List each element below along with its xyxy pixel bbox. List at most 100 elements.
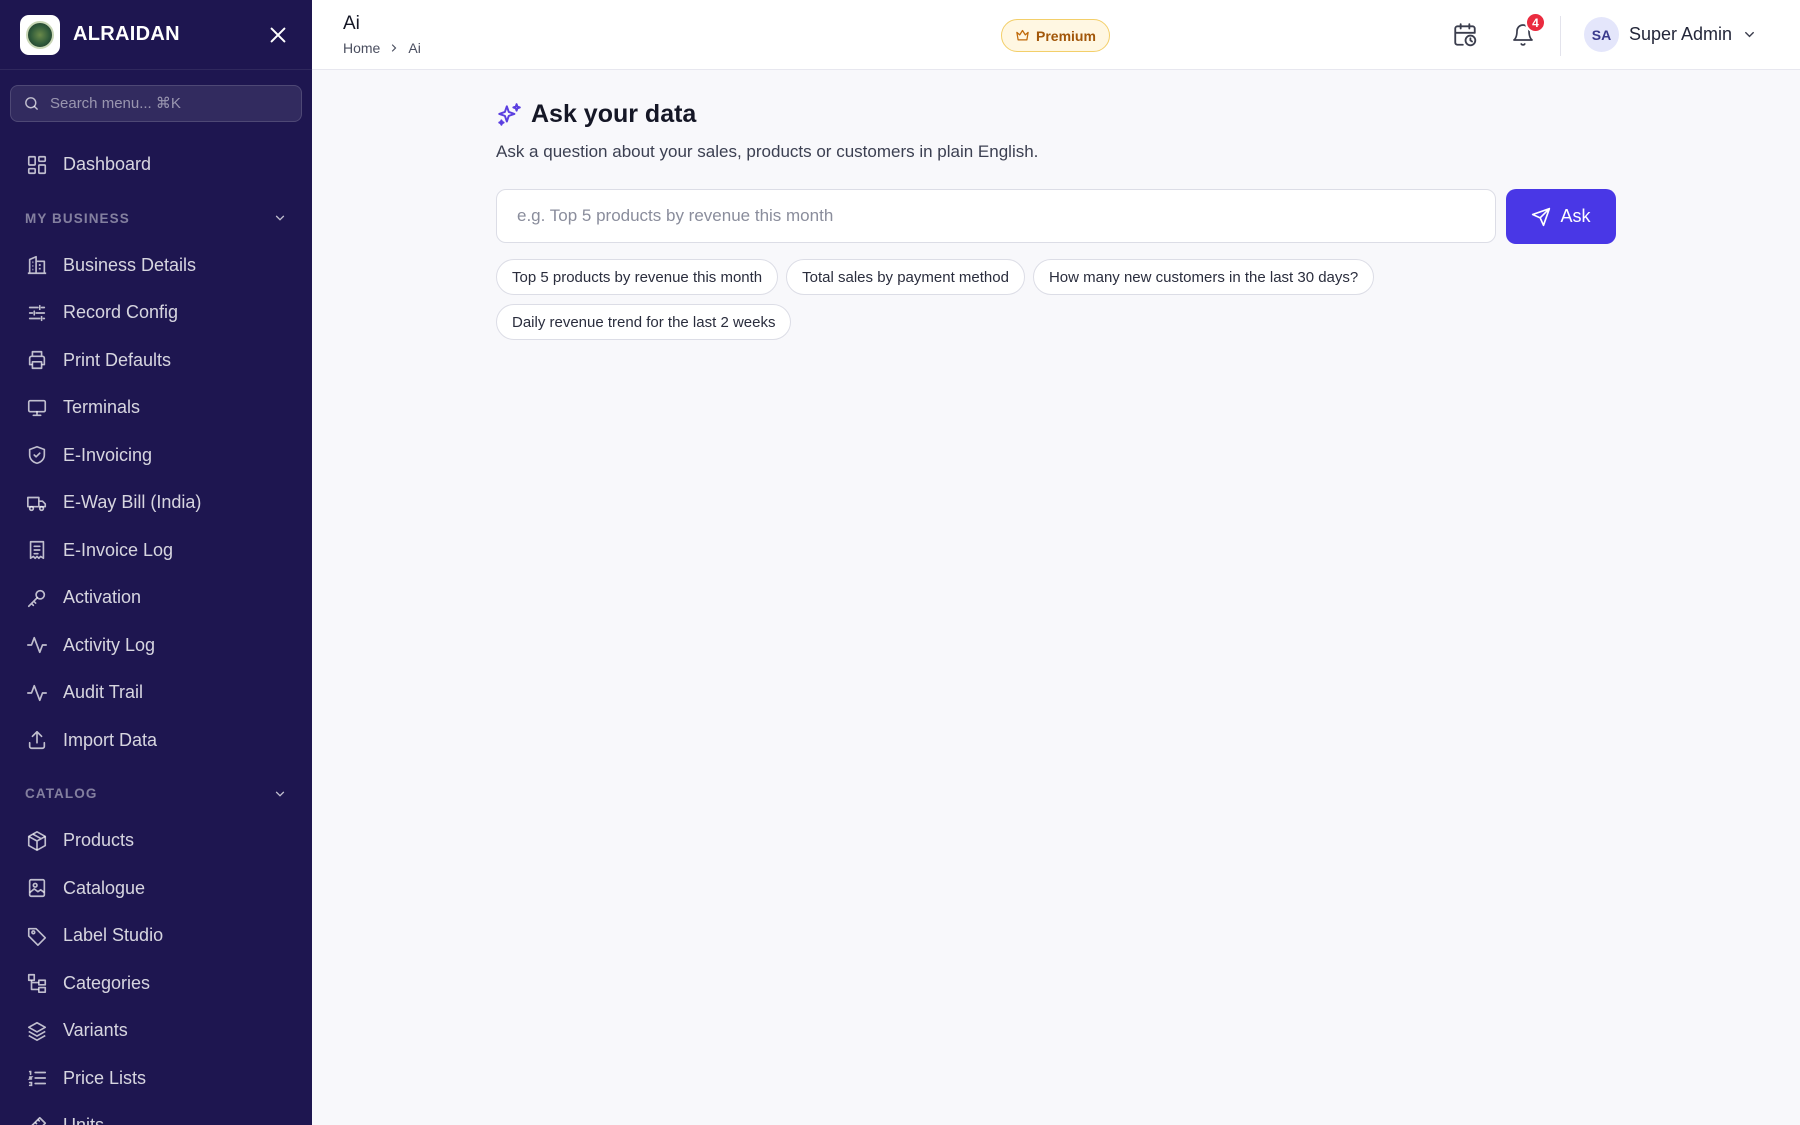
chevron-right-icon xyxy=(392,44,397,52)
suggestion-chip[interactable]: How many new customers in the last 30 da… xyxy=(1032,259,1375,295)
sidebar-item-label: Business Details xyxy=(63,254,197,275)
breadcrumb-current: Ai xyxy=(408,40,421,56)
menu-search-input[interactable] xyxy=(50,95,280,112)
receipt-icon xyxy=(25,538,49,562)
close-sidebar-button[interactable] xyxy=(264,21,292,49)
ask-button[interactable]: Ask xyxy=(1506,189,1616,244)
package-icon xyxy=(25,829,49,853)
sidebar-item-label: Catalogue xyxy=(63,877,146,898)
sidebar-item-print-defaults[interactable]: Print Defaults xyxy=(0,337,312,385)
sidebar-item-label: Import Data xyxy=(63,729,158,750)
sidebar-item-label: Activity Log xyxy=(63,634,156,655)
sidebar-item-variants[interactable]: Variants xyxy=(0,1007,312,1055)
sidebar-item-label: E-Invoicing xyxy=(63,444,153,465)
question-input[interactable] xyxy=(496,189,1496,243)
sidebar-item-e-invoicing[interactable]: E-Invoicing xyxy=(0,432,312,480)
sidebar-item-record-config[interactable]: Record Config xyxy=(0,289,312,337)
sidebar-item-label-studio[interactable]: Label Studio xyxy=(0,912,312,960)
sidebar-item-price-lists[interactable]: Price Lists xyxy=(0,1055,312,1103)
sidebar-item-label: Products xyxy=(63,830,135,851)
page-title: Ai xyxy=(343,13,360,34)
truck-icon xyxy=(25,491,49,515)
sidebar: ALRAIDAN Dashboard MY BUSINESS Business … xyxy=(0,0,312,1125)
page-heading: Ask your data xyxy=(531,100,697,128)
brand-logo xyxy=(20,14,60,55)
sidebar-item-label: Label Studio xyxy=(63,925,164,946)
sidebar-item-audit-trail[interactable]: Audit Trail xyxy=(0,669,312,717)
sidebar-item-catalogue[interactable]: Catalogue xyxy=(0,865,312,913)
suggestion-chip[interactable]: Total sales by payment method xyxy=(786,259,1025,295)
list-ordered-icon xyxy=(25,1066,49,1090)
monitor-icon xyxy=(25,396,49,420)
ask-data-panel: Ask your data Ask a question about your … xyxy=(496,100,1616,340)
image-icon xyxy=(25,876,49,900)
ask-button-label: Ask xyxy=(1560,206,1591,226)
sidebar-item-activity-log[interactable]: Activity Log xyxy=(0,622,312,670)
menu-search[interactable] xyxy=(10,85,302,122)
sidebar-item-activation[interactable]: Activation xyxy=(0,574,312,622)
chevron-down-icon xyxy=(275,791,285,797)
close-icon xyxy=(270,27,286,42)
sidebar-item-label: Units xyxy=(63,1115,104,1125)
sidebar-item-e-invoice-log[interactable]: E-Invoice Log xyxy=(0,527,312,575)
send-icon xyxy=(1532,207,1551,226)
sidebar-item-dashboard[interactable]: Dashboard xyxy=(0,141,312,189)
printer-icon xyxy=(25,348,49,372)
sidebar-item-label: Terminals xyxy=(63,397,141,418)
sidebar-item-label: Audit Trail xyxy=(63,682,144,703)
breadcrumb: Home Ai xyxy=(343,40,421,56)
heading-row: Ask your data xyxy=(496,100,1616,129)
suggestion-chip[interactable]: Top 5 products by revenue this month xyxy=(496,259,779,295)
activity-icon xyxy=(25,633,49,657)
chevron-down-icon xyxy=(1745,31,1754,38)
category-tree-icon xyxy=(25,971,49,995)
tag-icon xyxy=(25,924,49,948)
sidebar-item-label: E-Invoice Log xyxy=(63,539,174,560)
section-my-business[interactable]: MY BUSINESS xyxy=(0,195,312,242)
ruler-icon xyxy=(25,1114,49,1125)
calendar-clock-button[interactable] xyxy=(1451,21,1479,49)
user-menu[interactable]: SA Super Admin xyxy=(1584,17,1757,52)
ask-form: Ask xyxy=(496,189,1616,244)
suggestion-chips: Top 5 products by revenue this month Tot… xyxy=(496,259,1456,340)
notification-count-badge: 4 xyxy=(1525,12,1546,33)
premium-badge[interactable]: Premium xyxy=(1001,19,1110,52)
sidebar-item-label: Categories xyxy=(63,972,151,993)
sidebar-item-label: Variants xyxy=(63,1020,128,1041)
suggestion-chip[interactable]: Daily revenue trend for the last 2 weeks xyxy=(496,304,792,340)
user-name: Super Admin xyxy=(1629,24,1733,44)
upload-icon xyxy=(25,728,49,752)
sparkles-icon xyxy=(498,102,521,126)
avatar: SA xyxy=(1584,17,1619,52)
breadcrumb-home[interactable]: Home xyxy=(343,40,380,56)
activity-icon xyxy=(25,681,49,705)
sidebar-item-business-details[interactable]: Business Details xyxy=(0,242,312,290)
sidebar-item-import-data[interactable]: Import Data xyxy=(0,717,312,765)
premium-label: Premium xyxy=(1036,27,1096,44)
sidebar-item-label: Record Config xyxy=(63,302,179,323)
sidebar-item-units[interactable]: Units xyxy=(0,1102,312,1125)
sidebar-item-label: Print Defaults xyxy=(63,349,172,370)
section-catalog[interactable]: CATALOG xyxy=(0,770,312,817)
grid-icon xyxy=(25,153,49,177)
sidebar-item-categories[interactable]: Categories xyxy=(0,960,312,1008)
key-icon xyxy=(25,586,49,610)
sidebar-item-e-way-bill[interactable]: E-Way Bill (India) xyxy=(0,479,312,527)
sidebar-item-terminals[interactable]: Terminals xyxy=(0,384,312,432)
sidebar-item-products[interactable]: Products xyxy=(0,817,312,865)
page-subheading: Ask a question about your sales, product… xyxy=(496,142,1039,161)
sidebar-item-label: Price Lists xyxy=(63,1067,147,1088)
section-title: MY BUSINESS xyxy=(25,210,130,226)
shield-check-icon xyxy=(25,443,49,467)
crown-icon xyxy=(1016,29,1029,41)
building-icon xyxy=(25,253,49,277)
calendar-clock-icon xyxy=(1454,23,1477,47)
layers-icon xyxy=(25,1019,49,1043)
brand-name: ALRAIDAN xyxy=(73,23,180,45)
topbar: Ai Home Ai Premium 4 SA Super Admin xyxy=(312,0,1800,70)
notifications-button[interactable]: 4 xyxy=(1509,12,1546,49)
search-icon xyxy=(25,97,38,110)
sidebar-item-label: E-Way Bill (India) xyxy=(63,492,202,513)
brand-header: ALRAIDAN xyxy=(0,0,312,70)
sidebar-nav: Dashboard MY BUSINESS Business Details R… xyxy=(0,141,312,1125)
